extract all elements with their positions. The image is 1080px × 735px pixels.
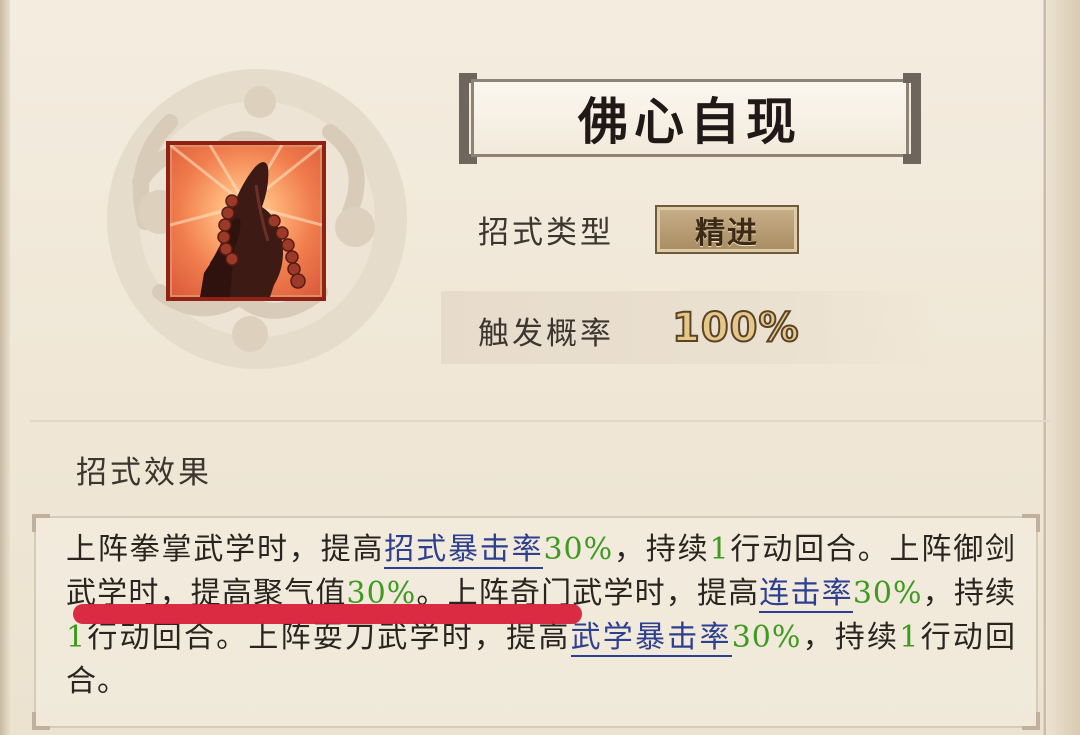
title-bracket-right [911,73,921,164]
title-frame: 佛心自现 [471,79,909,157]
effect-keyword-link[interactable]: 连击率 [759,576,853,613]
panel-right-edge [1044,0,1080,735]
skill-type-label: 招式类型 [478,215,614,251]
effect-number: 1 [66,620,87,655]
skill-detail-panel: 佛心自现 招式类型 精进 触发概率 100% 招式效果 上阵拳掌武学时，提高招式… [0,0,1080,735]
trigger-rate-value: 100% [671,304,800,352]
box-corner [32,712,50,730]
effect-text-segment: 行动回合。上阵耍刀武学时，提高 [86,620,571,655]
skill-title-plate: 佛心自现 [459,73,921,164]
title-bracket-left [459,73,469,164]
effect-number: 30% [731,620,802,655]
effect-number: 1 [899,620,920,655]
skill-type-badge: 精进 [655,205,799,254]
effect-text-segment: ，持续 [922,576,1017,611]
praying-hands-icon [169,143,323,297]
effect-keyword-link[interactable]: 招式暴击率 [384,532,544,569]
skill-type-value: 精进 [695,215,759,251]
effect-number: 30% [852,576,923,611]
effect-section-title: 招式效果 [76,455,212,491]
box-corner [32,514,50,532]
box-corner [1022,712,1040,730]
effect-text-segment: ，持续 [801,620,900,655]
skill-icon[interactable] [166,141,326,301]
effect-number: 1 [709,532,730,567]
section-divider [30,420,1050,422]
bracket-cap [903,154,921,164]
effect-keyword-link[interactable]: 武学暴击率 [570,620,732,657]
effect-text-segment: 上阵拳掌武学时，提高 [66,532,385,567]
bracket-cap [903,73,921,83]
skill-name: 佛心自现 [578,92,802,151]
trigger-rate-label: 触发概率 [478,316,614,352]
box-corner [1022,514,1040,532]
effect-text-segment: ，持续 [613,532,710,567]
panel-left-edge [0,0,10,735]
effect-number: 30% [543,532,614,567]
red-highlight-stroke [73,604,582,624]
